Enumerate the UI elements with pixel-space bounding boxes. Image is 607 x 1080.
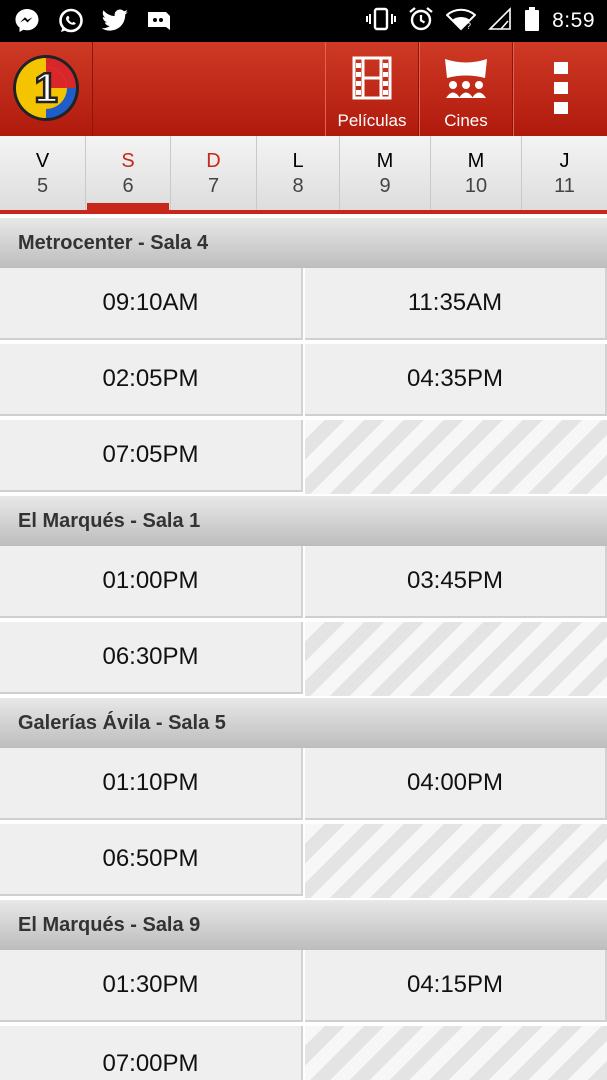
day-letter: S xyxy=(121,150,135,172)
wifi-icon: ? xyxy=(445,7,477,36)
status-bar: ? 8:59 xyxy=(0,0,607,42)
showtime-button[interactable]: 02:05PM xyxy=(0,344,303,416)
logo-text: 1 xyxy=(34,64,57,111)
cinema-name: Metrocenter - Sala 4 xyxy=(18,232,209,254)
messenger-icon xyxy=(12,7,42,35)
showtime-button[interactable]: 03:45PM xyxy=(305,546,607,618)
showtime-button[interactable]: 09:10AM xyxy=(0,268,303,340)
day-tab-v5[interactable]: V 5 xyxy=(0,136,86,210)
day-number: 8 xyxy=(292,175,304,197)
day-letter: L xyxy=(292,150,304,172)
day-tabs: V 5 S 6 D 7 L 8 M 9 M 10 J 11 xyxy=(0,136,607,214)
cinema-header: Metrocenter - Sala 4 xyxy=(0,218,607,268)
vibrate-icon xyxy=(366,7,397,36)
notification-icons xyxy=(12,7,174,35)
twitter-icon xyxy=(100,7,130,35)
showtime-button[interactable]: 04:35PM xyxy=(305,344,607,416)
cinema-name: Galerías Ávila - Sala 5 xyxy=(18,712,226,734)
overflow-menu-icon xyxy=(553,62,568,114)
film-icon xyxy=(352,56,392,100)
movies-label: Películas xyxy=(337,111,407,130)
empty-slot xyxy=(305,1026,607,1080)
showtime-button[interactable]: 01:30PM xyxy=(0,950,303,1022)
app-logo-icon: 1 xyxy=(13,55,79,121)
day-tab-m9[interactable]: M 9 xyxy=(340,136,431,210)
empty-slot xyxy=(305,622,607,696)
showtime-button[interactable]: 07:00PM xyxy=(0,1026,303,1080)
overflow-menu-button[interactable] xyxy=(513,42,607,136)
cinema-name: El Marqués - Sala 9 xyxy=(18,914,201,936)
cinema-icon xyxy=(445,59,487,98)
clock-time: 8:59 xyxy=(552,9,595,32)
day-tab-j11[interactable]: J 11 xyxy=(522,136,607,210)
empty-slot xyxy=(305,420,607,494)
showtime-button[interactable]: 06:50PM xyxy=(0,824,303,896)
cinema-header: Galerías Ávila - Sala 5 xyxy=(0,698,607,748)
showtime-button[interactable]: 07:05PM xyxy=(0,420,303,492)
day-tab-d7[interactable]: D 7 xyxy=(171,136,257,210)
showtime-button[interactable]: 01:10PM xyxy=(0,748,303,820)
signal-icon xyxy=(488,6,512,36)
battery-icon xyxy=(524,6,540,37)
cinema-name: El Marqués - Sala 1 xyxy=(18,510,201,532)
cinemas-button[interactable]: Cines xyxy=(419,42,513,136)
empty-slot xyxy=(305,824,607,898)
alarm-icon xyxy=(408,6,434,37)
day-tab-s6[interactable]: S 6 xyxy=(86,136,171,210)
showtime-button[interactable]: 04:15PM xyxy=(305,950,607,1022)
cinema-header: El Marqués - Sala 9 xyxy=(0,900,607,950)
day-number: 9 xyxy=(379,175,391,197)
showtime-button[interactable]: 11:35AM xyxy=(305,268,607,340)
day-letter: V xyxy=(35,150,50,172)
showtime-button[interactable]: 06:30PM xyxy=(0,622,303,694)
day-letter: M xyxy=(467,150,485,172)
showtime-button[interactable]: 04:00PM xyxy=(305,748,607,820)
system-icons: ? 8:59 xyxy=(366,6,595,36)
day-letter: M xyxy=(376,150,394,172)
logo-button[interactable]: 1 xyxy=(0,42,93,136)
whatsapp-icon xyxy=(56,7,86,35)
day-letter: D xyxy=(206,150,221,172)
showtime-button[interactable]: 01:00PM xyxy=(0,546,303,618)
day-letter: J xyxy=(559,150,570,172)
day-tab-l8[interactable]: L 8 xyxy=(257,136,340,210)
cinema-header: El Marqués - Sala 1 xyxy=(0,496,607,546)
day-number: 5 xyxy=(36,175,49,197)
day-number: 10 xyxy=(464,175,488,197)
selected-day-indicator xyxy=(87,203,169,210)
day-tab-m10[interactable]: M 10 xyxy=(431,136,522,210)
app-bar: 1 Películas Cines xyxy=(0,42,607,136)
day-number: 11 xyxy=(554,175,575,197)
discord-icon xyxy=(144,7,174,35)
movies-button[interactable]: Películas xyxy=(325,42,419,136)
day-number: 6 xyxy=(122,175,134,197)
day-number: 7 xyxy=(207,175,220,197)
cinemas-label: Cines xyxy=(444,111,488,130)
svg-text:?: ? xyxy=(466,21,471,31)
